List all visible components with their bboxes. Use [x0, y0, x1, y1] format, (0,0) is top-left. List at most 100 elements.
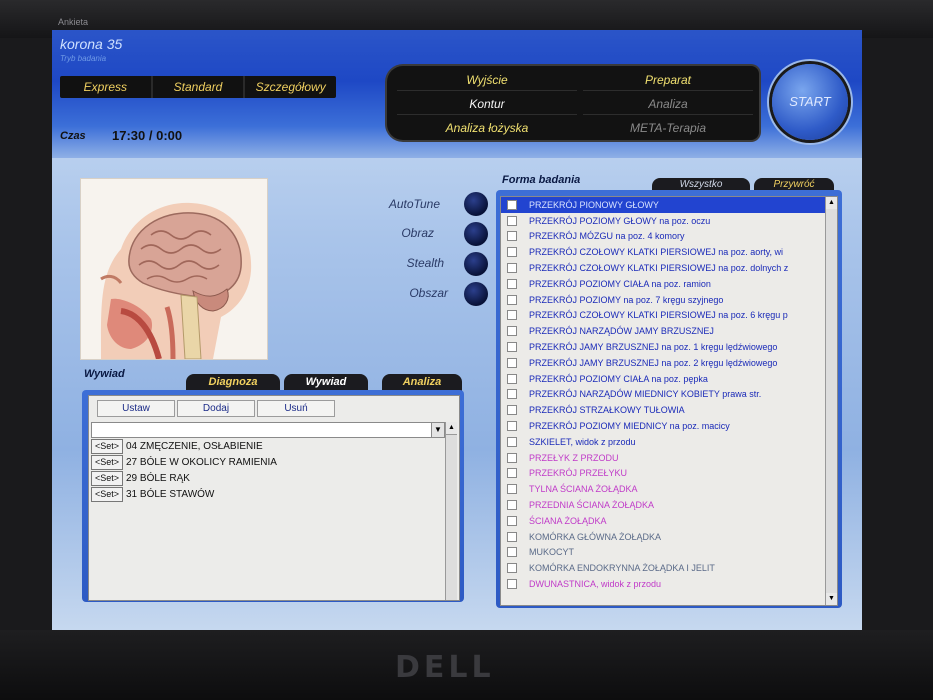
exam-item-checkbox[interactable] [507, 500, 517, 511]
option-stealth-toggle[interactable] [464, 252, 488, 276]
exam-item-checkbox[interactable] [507, 436, 517, 447]
exam-item-checkbox[interactable] [507, 263, 517, 274]
meta-therapy-button[interactable]: META-Terapia [583, 118, 753, 138]
placenta-analysis-button[interactable]: Analiza łożyska [397, 118, 577, 138]
scroll-up-icon[interactable]: ▲ [446, 422, 457, 435]
exam-item[interactable]: PRZEKRÓJ CZOŁOWY KLATKI PIERSIOWEJ na po… [501, 308, 837, 324]
exam-form-label: Forma badania [502, 174, 581, 186]
list-item[interactable]: <Set> 27 BÓLE W OKOLICY RAMIENIA [91, 454, 443, 470]
mode-standard-button[interactable]: Standard [153, 76, 246, 98]
contour-button[interactable]: Kontur [397, 94, 577, 115]
exam-item[interactable]: PRZEKRÓJ MÓZGU na poz. 4 komory [501, 229, 837, 245]
exam-item[interactable]: PRZEKRÓJ STRZAŁKOWY TUŁOWIA [501, 402, 837, 418]
exam-item-checkbox[interactable] [507, 342, 517, 353]
exam-item[interactable]: PRZEKRÓJ PRZEŁYKU [501, 466, 837, 482]
set-tag[interactable]: <Set> [91, 486, 123, 502]
exam-item[interactable]: DWUNASTNICA, widok z przodu [501, 576, 837, 592]
preparation-button[interactable]: Preparat [583, 70, 753, 91]
mode-express-button[interactable]: Express [60, 76, 153, 98]
exam-item[interactable]: MUKOCYT [501, 545, 837, 561]
exam-item[interactable]: PRZEDNIA ŚCIANA ŻOŁĄDKA [501, 497, 837, 513]
exam-item-label: PRZEKRÓJ PRZEŁYKU [529, 468, 628, 479]
exam-item-checkbox[interactable] [507, 247, 517, 258]
set-tag[interactable]: <Set> [91, 454, 123, 470]
option-image-toggle[interactable] [464, 222, 488, 246]
chevron-down-icon[interactable]: ▼ [431, 423, 444, 437]
exam-item[interactable]: ŚCIANA ŻOŁĄDKA [501, 513, 837, 529]
exam-item[interactable]: PRZEKRÓJ POZIOMY na poz. 7 kręgu szyjneg… [501, 292, 837, 308]
exam-item-checkbox[interactable] [507, 215, 517, 226]
exam-item-checkbox[interactable] [507, 310, 517, 321]
exam-item[interactable]: KOMÓRKA ENDOKRYNNA ŻOŁĄDKA I JELIT [501, 560, 837, 576]
window-title: Ankieta [58, 17, 89, 27]
exam-item[interactable]: PRZEKRÓJ POZIOMY CIAŁA na poz. pępka [501, 371, 837, 387]
exam-item[interactable]: PRZEKRÓJ POZIOMY CIAŁA na poz. ramion [501, 276, 837, 292]
exam-item[interactable]: PRZEKRÓJ NARZĄDÓW MIEDNICY KOBIETY prawa… [501, 387, 837, 403]
exam-item-checkbox[interactable] [507, 563, 517, 574]
exam-item[interactable]: KOMÓRKA GŁÓWNA ŻOŁĄDKA [501, 529, 837, 545]
brain-section-illustration [100, 202, 252, 359]
exam-item-label: PRZEKRÓJ POZIOMY MIEDNICY na poz. macicy [529, 421, 730, 432]
exam-item-checkbox[interactable] [507, 278, 517, 289]
exam-item-label: KOMÓRKA GŁÓWNA ŻOŁĄDKA [529, 531, 662, 542]
exam-item[interactable]: TYLNA ŚCIANA ŻOŁĄDKA [501, 481, 837, 497]
mode-detailed-button[interactable]: Szczegółowy [245, 76, 336, 98]
exam-item-label: PRZEKRÓJ NARZĄDÓW JAMY BRZUSZNEJ [529, 326, 714, 337]
exam-item-checkbox[interactable] [507, 199, 517, 210]
exam-item-checkbox[interactable] [507, 231, 517, 242]
exam-item-checkbox[interactable] [507, 357, 517, 368]
exam-item[interactable]: PRZEŁYK Z PRZODU [501, 450, 837, 466]
exam-item[interactable]: PRZEKRÓJ JAMY BRZUSZNEJ na poz. 1 kręgu … [501, 339, 837, 355]
exam-item-label: TYLNA ŚCIANA ŻOŁĄDKA [529, 484, 638, 495]
exam-item-label: PRZEKRÓJ POZIOMY na poz. 7 kręgu szyjneg… [529, 294, 724, 305]
exam-item-checkbox[interactable] [507, 515, 517, 526]
symptom-combo[interactable]: ▼ [91, 422, 445, 438]
exam-scrollbar[interactable]: ▲ ▼ [825, 197, 837, 605]
exam-item-label: PRZEKRÓJ PIONOWY GŁOWY [529, 199, 659, 210]
option-area-toggle[interactable] [464, 282, 488, 306]
exam-item-checkbox[interactable] [507, 373, 517, 384]
exam-item-checkbox[interactable] [507, 452, 517, 463]
exam-item-checkbox[interactable] [507, 405, 517, 416]
exam-item[interactable]: PRZEKRÓJ PIONOWY GŁOWY [501, 197, 837, 213]
interview-scrollbar[interactable]: ▲ [445, 422, 457, 600]
exam-item-label: ŚCIANA ŻOŁĄDKA [529, 515, 607, 526]
exam-item-checkbox[interactable] [507, 531, 517, 542]
start-button[interactable]: START [772, 64, 848, 140]
exam-item-checkbox[interactable] [507, 468, 517, 479]
exam-item[interactable]: SZKIELET, widok z przodu [501, 434, 837, 450]
set-tag[interactable]: <Set> [91, 438, 123, 454]
list-item[interactable]: <Set> 31 BÓLE STAWÓW [91, 486, 443, 502]
exam-item[interactable]: PRZEKRÓJ CZOŁOWY KLATKI PIERSIOWEJ na po… [501, 244, 837, 260]
scroll-up-icon[interactable]: ▲ [826, 197, 837, 209]
exam-item-checkbox[interactable] [507, 547, 517, 558]
tab-interview[interactable]: Wywiad [284, 374, 368, 391]
time-value: 17:30 / 0:00 [112, 128, 183, 143]
exit-button[interactable]: Wyjście [397, 70, 577, 91]
exam-item-checkbox[interactable] [507, 421, 517, 432]
time-label: Czas [60, 130, 86, 142]
exam-item-checkbox[interactable] [507, 294, 517, 305]
set-tag[interactable]: <Set> [91, 470, 123, 486]
exam-item-label: KOMÓRKA ENDOKRYNNA ŻOŁĄDKA I JELIT [529, 563, 715, 574]
exam-item[interactable]: PRZEKRÓJ POZIOMY MIEDNICY na poz. macicy [501, 418, 837, 434]
tab-analysis[interactable]: Analiza [382, 374, 462, 391]
analysis-button[interactable]: Analiza [583, 94, 753, 115]
scroll-down-icon[interactable]: ▼ [826, 593, 837, 605]
list-item[interactable]: <Set> 04 ZMĘCZENIE, OSŁABIENIE [91, 438, 443, 454]
exam-item[interactable]: PRZEKRÓJ CZOŁOWY KLATKI PIERSIOWEJ na po… [501, 260, 837, 276]
set-button[interactable]: Ustaw [97, 400, 175, 417]
list-item[interactable]: <Set> 29 BÓLE RĄK [91, 470, 443, 486]
exam-item[interactable]: PRZEKRÓJ NARZĄDÓW JAMY BRZUSZNEJ [501, 323, 837, 339]
exam-item[interactable]: PRZEKRÓJ POZIOMY GŁOWY na poz. oczu [501, 213, 837, 229]
add-button[interactable]: Dodaj [177, 400, 255, 417]
tab-diagnosis[interactable]: Diagnoza [186, 374, 280, 391]
exam-item-checkbox[interactable] [507, 389, 517, 400]
exam-item-checkbox[interactable] [507, 484, 517, 495]
remove-button[interactable]: Usuń [257, 400, 335, 417]
exam-item[interactable]: PRZEKRÓJ JAMY BRZUSZNEJ na poz. 2 kręgu … [501, 355, 837, 371]
exam-item-checkbox[interactable] [507, 326, 517, 337]
brand-logo: DELL [395, 650, 495, 685]
exam-item-checkbox[interactable] [507, 579, 517, 590]
option-autotune-toggle[interactable] [464, 192, 488, 216]
